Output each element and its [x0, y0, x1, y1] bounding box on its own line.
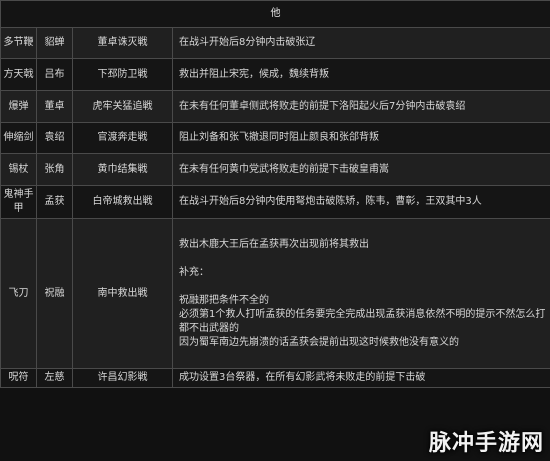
table-row: 伸缩剑 袁绍 官渡奔走戦 阻止刘备和张飞撤退同时阻止颜良和张郃背叛 [0, 122, 550, 154]
weapon-condition-table: 他 多节鞭 貂蝉 董卓诛灭戦 在战斗开始后8分钟内击破张辽 方天戟 吕布 下邳防卫戦 救出并阻… [0, 0, 550, 388]
requirement-cell: 在战斗开始后8分钟内使用弩炮击破陈矫，陈韦，曹彰，王双其中3人 [172, 185, 550, 219]
battle-name: 官渡奔走戦 [72, 122, 173, 154]
requirement-line: 补充： [179, 266, 209, 278]
officer-name: 张角 [36, 153, 73, 186]
requirement-line: 祝融那把条件不全的 [179, 294, 269, 306]
requirement-cell: 救出并阻止宋宪，候成，魏续背叛 [172, 58, 550, 91]
table-row: 多节鞭 貂蝉 董卓诛灭戦 在战斗开始后8分钟内击破张辽 [0, 27, 550, 59]
requirement-line: 阻止刘备和张飞撤退同时阻止颜良和张郃背叛 [179, 132, 379, 143]
requirement-line: 在未有任何董卓侧武将败走的前提下洛阳起火后7分钟内击破袁绍 [179, 100, 466, 112]
officer-name: 祝融 [36, 218, 73, 369]
requirement-cell: 在未有任何黄巾党武将败走的前提下击破皇甫嵩 [172, 153, 550, 186]
table-header-row: 他 [0, 0, 550, 28]
weapon-name: 飞刀 [0, 218, 37, 369]
battle-name: 许昌幻影戦 [72, 368, 173, 388]
requirement-line: 救出木鹿大王后在孟获再次出现前将其救出 [179, 238, 369, 250]
table-row: 鬼神手甲 孟获 白帝城救出戦 在战斗开始后8分钟内使用弩炮击破陈矫，陈韦，曹彰，王双其… [0, 185, 550, 219]
requirement-cell: 阻止刘备和张飞撤退同时阻止颜良和张郃背叛 [172, 122, 550, 154]
battle-name: 下邳防卫戦 [72, 58, 173, 91]
weapon-name: 鬼神手甲 [0, 185, 37, 219]
requirement-line: 在战斗开始后8分钟内使用弩炮击破陈矫，陈韦，曹彰，王双其中3人 [179, 196, 482, 207]
requirement-line: 成功设置3台祭器，在所有幻影武将未败走的前提下击破 [179, 372, 426, 383]
weapon-name: 呪符 [0, 368, 37, 388]
watermark-logo: 脉冲手游网 [428, 431, 544, 456]
table-row: 方天戟 吕布 下邳防卫戦 救出并阻止宋宪，候成，魏续背叛 [0, 58, 550, 91]
requirement-line: 在未有任何黄巾党武将败走的前提下击破皇甫嵩 [179, 163, 389, 175]
requirement-line: 救出并阻止宋宪，候成，魏续背叛 [179, 68, 329, 80]
table-body: 多节鞭 貂蝉 董卓诛灭戦 在战斗开始后8分钟内击破张辽 方天戟 吕布 下邳防卫戦 救出并阻止宋… [0, 27, 550, 388]
battle-name: 黄巾结集戦 [72, 153, 173, 186]
requirement-line: 必须第1个救人打听孟获的任务要完全完成出现孟获消息依然不明的提示不然怎么打都不出… [179, 308, 546, 334]
requirement-cell: 在战斗开始后8分钟内击破张辽 [172, 27, 550, 59]
requirement-line [179, 280, 546, 294]
battle-name: 白帝城救出戦 [72, 185, 173, 219]
table-row: 锡杖 张角 黄巾结集戦 在未有任何黄巾党武将败走的前提下击破皇甫嵩 [0, 153, 550, 186]
battle-name: 虎牢关猛追戦 [72, 90, 173, 123]
table-header: 他 [0, 0, 550, 28]
table-row: 飞刀 祝融 南中救出戦 救出木鹿大王后在孟获再次出现前将其救出 补充： 祝融那把条件不全的… [0, 218, 550, 369]
weapon-name: 锡杖 [0, 153, 37, 186]
officer-name: 董卓 [36, 90, 73, 123]
page: 他 多节鞭 貂蝉 董卓诛灭戦 在战斗开始后8分钟内击破张辽 方天戟 吕布 下邳防卫戦 救出并阻… [0, 0, 550, 461]
battle-name: 董卓诛灭戦 [72, 27, 173, 59]
weapon-name: 多节鞭 [0, 27, 37, 59]
requirement-cell: 在未有任何董卓侧武将败走的前提下洛阳起火后7分钟内击破袁绍 [172, 90, 550, 123]
requirement-line: 在战斗开始后8分钟内击破张辽 [179, 37, 316, 48]
battle-name: 南中救出戦 [72, 218, 173, 369]
table-row: 爆弹 董卓 虎牢关猛追戦 在未有任何董卓侧武将败走的前提下洛阳起火后7分钟内击破袁绍 [0, 90, 550, 123]
officer-name: 左慈 [36, 368, 73, 388]
weapon-name: 方天戟 [0, 58, 37, 91]
officer-name: 吕布 [36, 58, 73, 91]
weapon-name: 爆弹 [0, 90, 37, 123]
weapon-name: 伸缩剑 [0, 122, 37, 154]
requirement-cell: 救出木鹿大王后在孟获再次出现前将其救出 补充： 祝融那把条件不全的必须第1个救人打听… [172, 218, 550, 369]
officer-name: 袁绍 [36, 122, 73, 154]
requirement-line [179, 252, 546, 266]
officer-name: 孟获 [36, 185, 73, 219]
officer-name: 貂蝉 [36, 27, 73, 59]
requirement-cell: 成功设置3台祭器，在所有幻影武将未败走的前提下击破 [172, 368, 550, 388]
requirement-line: 因为蜀军南边先崩溃的话孟获会提前出现这时候救他没有意义的 [179, 336, 459, 348]
table-row: 呪符 左慈 许昌幻影戦 成功设置3台祭器，在所有幻影武将未败走的前提下击破 [0, 368, 550, 388]
